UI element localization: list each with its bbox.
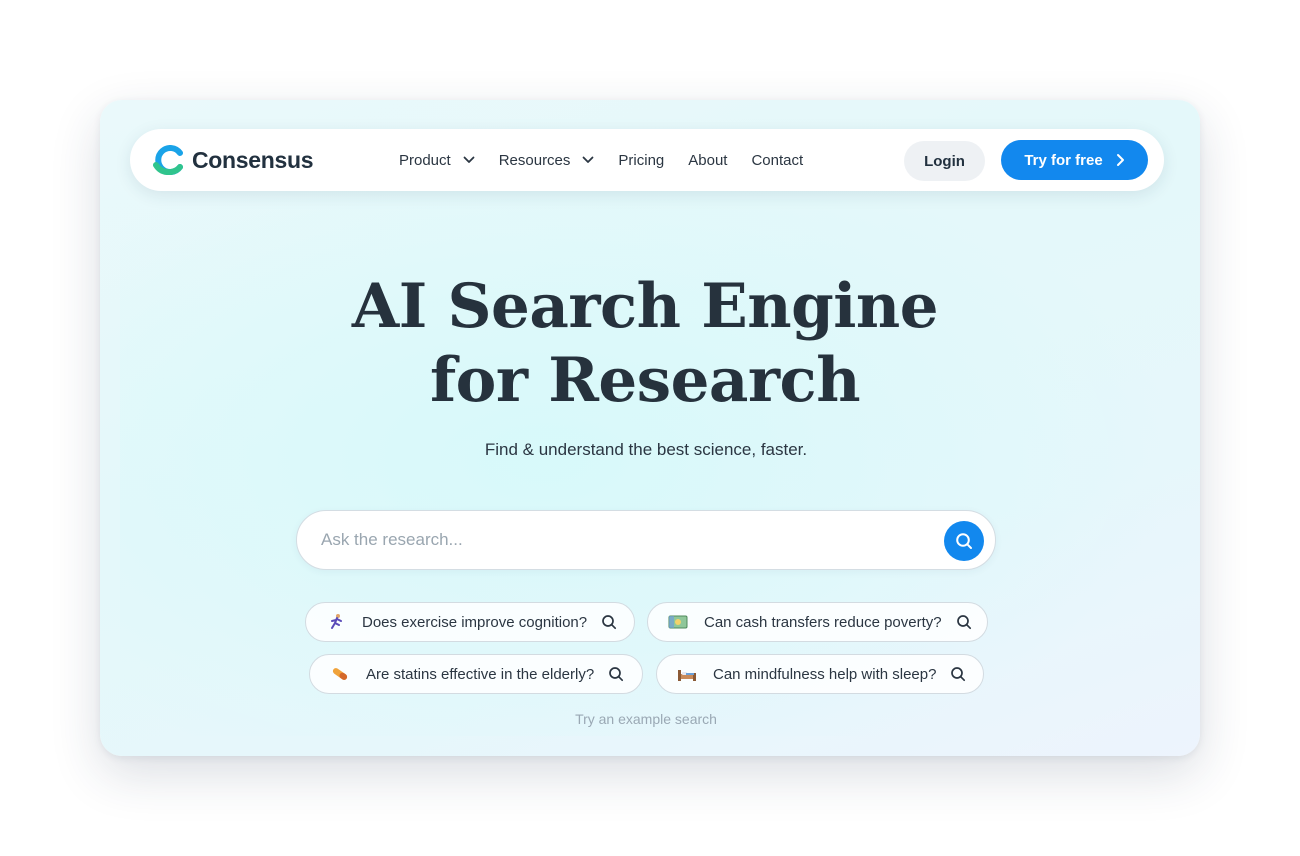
search-icon — [956, 615, 971, 630]
login-button[interactable]: Login — [904, 141, 985, 181]
try-for-free-label: Try for free — [1024, 151, 1103, 169]
nav-item-pricing[interactable]: Pricing — [618, 152, 664, 169]
example-chip-cash-transfers[interactable]: Can cash transfers reduce poverty? — [647, 602, 988, 642]
search-icon — [609, 667, 624, 682]
nav-item-label: Resources — [498, 151, 571, 169]
consensus-logo-icon — [153, 145, 183, 175]
example-chip-statins[interactable]: Are statins effective in the elderly? — [309, 654, 643, 694]
example-chip-exercise[interactable]: Does exercise improve cognition? — [305, 602, 635, 642]
chevron-down-icon — [583, 156, 594, 163]
search-input[interactable] — [321, 511, 921, 569]
nav-item-resources[interactable]: Resources — [499, 152, 595, 169]
search-button[interactable] — [944, 521, 984, 561]
nav-item-label: Contact — [751, 151, 804, 169]
search-icon — [951, 667, 966, 682]
nav-item-label: Product — [399, 151, 451, 169]
brand-name: Consensus — [192, 146, 314, 173]
bed-icon — [677, 665, 697, 683]
brand-logo[interactable]: Consensus — [153, 145, 314, 175]
chip-text: Does exercise improve cognition? — [362, 613, 588, 631]
chip-text: Are statins effective in the elderly? — [366, 665, 595, 683]
running-person-icon — [326, 613, 346, 631]
top-navbar: Consensus Product Resources Pricing Abou… — [130, 129, 1164, 191]
nav-item-contact[interactable]: Contact — [751, 152, 803, 169]
chip-text: Can mindfulness help with sleep? — [713, 665, 937, 683]
hero-title: AI Search Engine for Research — [100, 270, 1190, 418]
pill-icon — [330, 665, 350, 683]
search-icon — [602, 615, 617, 630]
hero-title-line-2: for Research — [429, 345, 861, 416]
search-icon — [956, 533, 972, 549]
hero-subtitle: Find & understand the best science, fast… — [484, 440, 808, 459]
nav-item-label: Pricing — [618, 151, 665, 169]
example-chip-mindfulness[interactable]: Can mindfulness help with sleep? — [656, 654, 984, 694]
hero-title-line-1: AI Search Engine — [351, 271, 939, 342]
nav-item-about[interactable]: About — [688, 152, 727, 169]
chip-text: Can cash transfers reduce poverty? — [704, 613, 942, 631]
chevron-right-icon — [1116, 154, 1124, 166]
nav-item-product[interactable]: Product — [399, 152, 475, 169]
try-for-free-button[interactable]: Try for free — [1001, 140, 1148, 180]
search-bar — [296, 510, 996, 570]
browser-frame: Consensus Product Resources Pricing Abou… — [100, 100, 1200, 756]
nav-item-label: About — [688, 151, 728, 169]
money-icon — [668, 613, 688, 631]
example-search-label: Try an example search — [575, 711, 717, 727]
nav-menu: Product Resources Pricing About Contact — [399, 129, 827, 191]
chevron-down-icon — [463, 156, 475, 163]
